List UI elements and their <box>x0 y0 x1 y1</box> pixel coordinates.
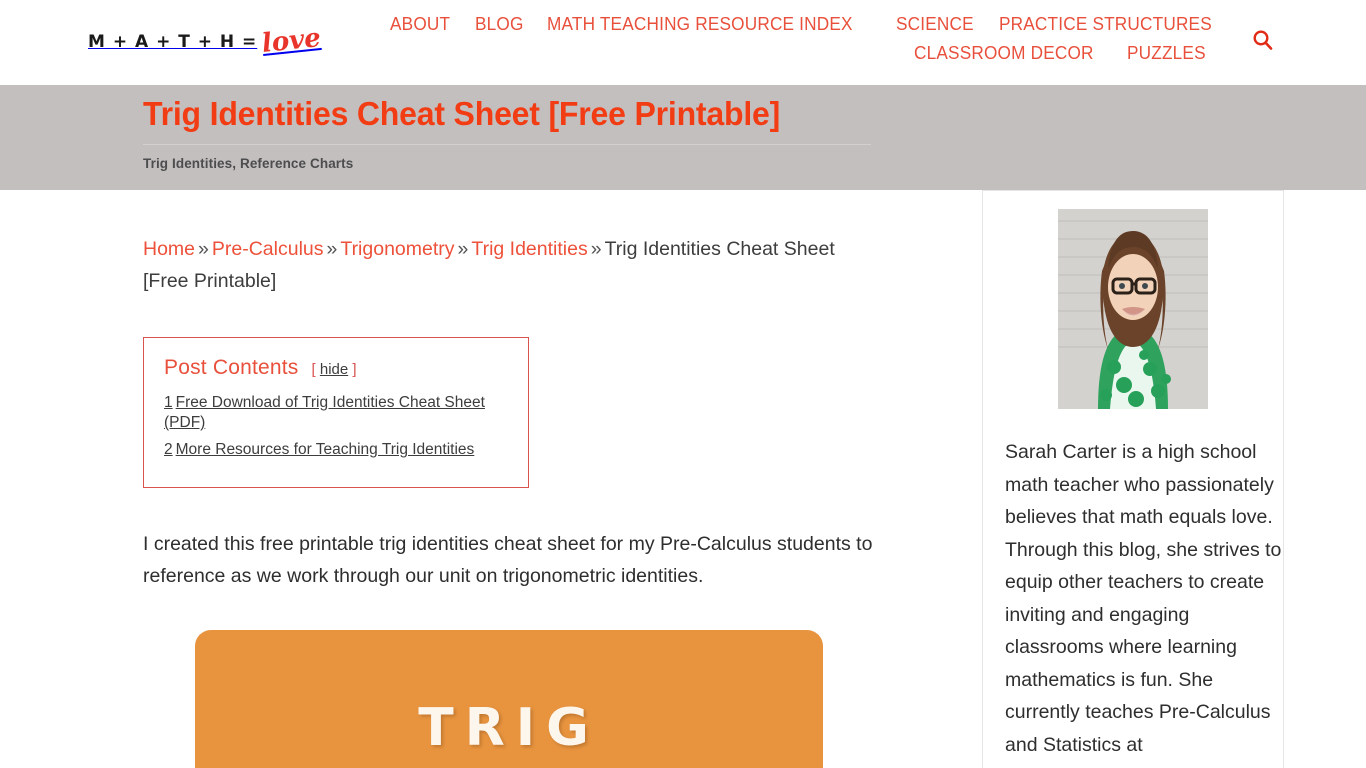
page-title: Trig Identities Cheat Sheet [Free Printa… <box>143 95 781 132</box>
nav-row-primary: ABOUT BLOG MATH TEACHING RESOURCE INDEX SCI… <box>380 10 1225 39</box>
toc-link-free-download[interactable]: Free Download of Trig Identities Cheat S… <box>164 394 485 431</box>
breadcrumb-home[interactable]: Home <box>143 238 195 260</box>
post-contents-list: 1 Free Download of Trig Identities Cheat … <box>164 393 508 460</box>
breadcrumb-trig-identities[interactable]: Trig Identities <box>471 238 587 260</box>
site-logo[interactable]: M + A + T + H = love <box>88 22 322 62</box>
nav-science[interactable]: SCIENCE <box>896 10 974 37</box>
post-contents-title: Post Contents <box>164 356 299 379</box>
post-header-inner: Trig Identities Cheat Sheet [Free Printa… <box>143 95 873 171</box>
nav-about[interactable]: ABOUT <box>390 10 450 37</box>
author-bio: Sarah Carter is a high school math teach… <box>1005 441 1282 756</box>
logo-math-text: M + A + T + H = <box>88 32 258 52</box>
author-card: Sarah Carter is a high school math teach… <box>982 190 1284 768</box>
nav-puzzles[interactable]: PUZZLES <box>1127 39 1206 66</box>
toc-item-number: 1 <box>164 394 173 411</box>
breadcrumb: Home» Pre-Calculus» Trigonometry» Trig Iden… <box>143 190 873 297</box>
breadcrumb-pre-calculus[interactable]: Pre-Calculus <box>212 238 324 260</box>
breadcrumb-separator: » <box>457 238 469 260</box>
breadcrumb-separator: » <box>326 238 338 260</box>
post-header-band: Trig Identities Cheat Sheet [Free Printa… <box>0 85 1366 190</box>
breadcrumb-separator: » <box>590 238 602 260</box>
toc-item-number: 2 <box>164 441 173 458</box>
nav-classroom-decor[interactable]: CLASSROOM DECOR <box>914 39 1094 66</box>
post-categories: Trig Identities, Reference Charts <box>143 156 354 171</box>
list-item: 2 More Resources for Teaching Trig Identi… <box>164 440 508 460</box>
avatar <box>1058 209 1208 409</box>
page-root: M + A + T + H = love ABOUT BLOG MATH TEACH… <box>0 0 1366 768</box>
site-header: M + A + T + H = love ABOUT BLOG MATH TEACH… <box>0 0 1366 85</box>
search-icon[interactable] <box>1250 28 1276 54</box>
nav-blog[interactable]: BLOG <box>475 10 524 37</box>
logo-love-script: love <box>260 23 323 60</box>
breadcrumb-trigonometry[interactable]: Trigonometry <box>340 238 454 260</box>
featured-image-line-1: TRIG <box>418 698 600 758</box>
primary-navigation: ABOUT BLOG MATH TEACHING RESOURCE INDEX SCI… <box>380 10 1225 68</box>
featured-image-trig-identities[interactable]: TRIG IDENTITIES <box>195 630 823 768</box>
post-contents-toggle: [ hide ] <box>312 361 357 378</box>
hide-toc-link[interactable]: hide <box>320 361 348 378</box>
sidebar: Sarah Carter is a high school math teach… <box>982 190 1284 768</box>
toc-link-more-resources[interactable]: More Resources for Teaching Trig Identit… <box>176 441 475 458</box>
list-item: 1 Free Download of Trig Identities Cheat … <box>164 393 508 433</box>
nav-practice-structures[interactable]: PRACTICE STRUCTURES <box>999 10 1212 37</box>
post-contents-box: Post Contents [ hide ] 1 Free Download of… <box>143 337 529 488</box>
main-column: Home» Pre-Calculus» Trigonometry» Trig Iden… <box>143 190 883 768</box>
article-paragraph: I created this free printable trig ident… <box>143 533 873 587</box>
title-divider <box>143 144 871 145</box>
breadcrumb-separator: » <box>198 238 209 260</box>
nav-math-teaching-resource-index[interactable]: MATH TEACHING RESOURCE INDEX <box>547 10 853 37</box>
toggle-bracket-close: ] <box>352 361 357 378</box>
post-contents-header: Post Contents [ hide ] <box>164 356 508 380</box>
nav-row-secondary: CLASSROOM DECOR PUZZLES <box>380 39 1225 68</box>
toggle-bracket-open: [ <box>311 361 316 378</box>
